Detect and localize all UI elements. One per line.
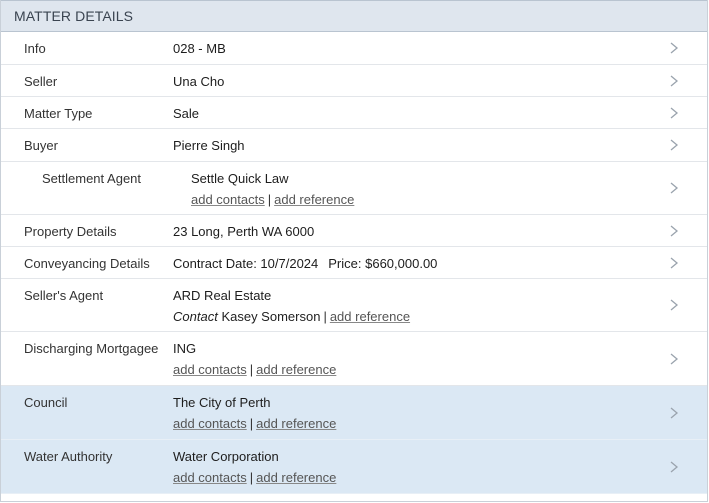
chevron-right-icon xyxy=(669,407,679,419)
row-value: The City of Perth xyxy=(173,395,271,410)
row-label: Property Details xyxy=(24,224,117,239)
add-contacts-link[interactable]: add contacts xyxy=(191,192,265,207)
link-separator: | xyxy=(249,470,254,485)
row-value: ARD Real Estate xyxy=(173,288,272,303)
row-label: Seller xyxy=(24,74,58,89)
row-property-details[interactable]: Property Details 23 Long, Perth WA 6000 xyxy=(1,215,707,247)
row-matter-type[interactable]: Matter Type Sale xyxy=(1,97,707,129)
row-info[interactable]: Info 028 - MB xyxy=(1,32,707,65)
row-council[interactable]: Council The City of Perth add contacts | a… xyxy=(1,386,707,440)
chevron-right-icon xyxy=(669,353,679,365)
row-label: Discharging Mortgagee xyxy=(24,341,159,356)
row-value: ING xyxy=(173,341,197,356)
row-label: Settlement Agent xyxy=(42,171,142,186)
row-value: 028 - MB xyxy=(173,41,226,56)
row-conveyancing-details[interactable]: Conveyancing Details Contract Date: 10/7… xyxy=(1,247,707,279)
row-value: Sale xyxy=(173,106,200,121)
chevron-right-icon xyxy=(669,107,679,119)
link-separator: | xyxy=(323,309,327,324)
chevron-right-icon xyxy=(669,42,679,54)
row-seller[interactable]: Seller Una Cho xyxy=(1,65,707,97)
add-reference-link[interactable]: add reference xyxy=(256,470,336,485)
link-separator: | xyxy=(249,362,254,377)
row-buyer[interactable]: Buyer Pierre Singh xyxy=(1,129,707,162)
contract-date-value: Contract Date: 10/7/2024 xyxy=(173,256,319,271)
row-label: Info xyxy=(24,41,46,56)
add-contacts-link[interactable]: add contacts xyxy=(173,362,247,377)
add-reference-link[interactable]: add reference xyxy=(274,192,354,207)
row-value: 23 Long, Perth WA 6000 xyxy=(173,224,315,239)
row-label: Water Authority xyxy=(24,449,113,464)
add-contacts-link[interactable]: add contacts xyxy=(173,416,247,431)
row-label: Council xyxy=(24,395,68,410)
row-discharging-mortgagee[interactable]: Discharging Mortgagee ING add contacts | a… xyxy=(1,332,707,386)
link-separator: | xyxy=(249,416,254,431)
row-label: Conveyancing Details xyxy=(24,256,150,271)
section-title: MATTER DETAILS xyxy=(14,8,134,24)
chevron-right-icon xyxy=(669,225,679,237)
price-value: Price: $660,000.00 xyxy=(328,256,438,271)
contact-name: Kasey Somerson xyxy=(221,309,321,324)
row-sellers-agent[interactable]: Seller's Agent ARD Real Estate Contact K… xyxy=(1,279,707,332)
row-label: Buyer xyxy=(24,138,58,153)
row-value: Water Corporation xyxy=(173,449,279,464)
add-reference-link[interactable]: add reference xyxy=(256,362,336,377)
chevron-right-icon xyxy=(669,139,679,151)
row-label: Matter Type xyxy=(24,106,93,121)
contact-label: Contact xyxy=(173,309,218,324)
row-water-authority[interactable]: Water Authority Water Corporation add co… xyxy=(1,440,707,494)
chevron-right-icon xyxy=(669,75,679,87)
add-reference-link[interactable]: add reference xyxy=(330,309,410,324)
row-settlement-agent[interactable]: Settlement Agent Settle Quick Law add co… xyxy=(1,162,707,215)
chevron-right-icon xyxy=(669,182,679,194)
row-value: Pierre Singh xyxy=(173,138,245,153)
chevron-right-icon xyxy=(669,461,679,473)
chevron-right-icon xyxy=(669,299,679,311)
link-separator: | xyxy=(267,192,272,207)
matter-details-panel: MATTER DETAILS Info 028 - MB Seller Una … xyxy=(0,0,708,502)
row-label: Seller's Agent xyxy=(24,288,104,303)
row-value: Settle Quick Law xyxy=(191,171,289,186)
add-contacts-link[interactable]: add contacts xyxy=(173,470,247,485)
chevron-right-icon xyxy=(669,257,679,269)
section-header: MATTER DETAILS xyxy=(1,0,707,32)
row-value: Una Cho xyxy=(173,74,225,89)
add-reference-link[interactable]: add reference xyxy=(256,416,336,431)
